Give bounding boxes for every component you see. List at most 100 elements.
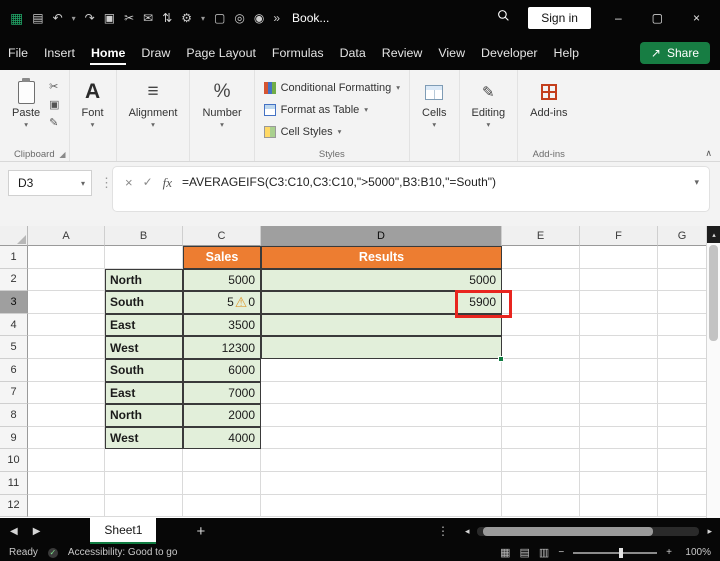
- tab-draw[interactable]: Draw: [133, 36, 178, 70]
- grid-cell[interactable]: [28, 494, 105, 518]
- grid-cell[interactable]: [261, 471, 502, 495]
- tab-review[interactable]: Review: [374, 36, 431, 70]
- grid-cell[interactable]: [261, 358, 502, 382]
- grid-cell[interactable]: [105, 246, 183, 269]
- tab-home[interactable]: Home: [83, 36, 133, 70]
- settings-icon[interactable]: ⚙: [181, 11, 192, 25]
- insert-function-icon[interactable]: fx: [163, 175, 172, 191]
- grid-cell[interactable]: [28, 449, 105, 472]
- grid-cell[interactable]: [28, 336, 105, 359]
- conditional-formatting-button[interactable]: Conditional Formatting ▾: [260, 78, 404, 97]
- column-header-f[interactable]: F: [580, 226, 658, 246]
- grid-cell[interactable]: [580, 358, 658, 382]
- cell-region[interactable]: South: [105, 358, 183, 382]
- grid-cell[interactable]: [502, 268, 580, 292]
- sign-in-button[interactable]: Sign in: [528, 7, 591, 29]
- cell-sales[interactable]: 5000: [183, 268, 261, 292]
- grid-cell[interactable]: [183, 494, 261, 518]
- cell-results-header[interactable]: Results: [261, 246, 502, 269]
- grid-cell[interactable]: [658, 358, 706, 382]
- tab-file[interactable]: File: [0, 36, 36, 70]
- grid-cell[interactable]: [658, 313, 706, 337]
- cell-sales[interactable]: 2000: [183, 404, 261, 427]
- row-header[interactable]: 2: [0, 268, 28, 292]
- grid-cell[interactable]: [502, 471, 580, 495]
- zoom-slider[interactable]: [573, 547, 658, 558]
- cell-sales[interactable]: 7000: [183, 381, 261, 405]
- column-header-e[interactable]: E: [502, 226, 580, 246]
- grid-cell[interactable]: [28, 268, 105, 292]
- font-button[interactable]: A Font ▾: [75, 76, 111, 131]
- chevron-down-icon[interactable]: ▾: [81, 179, 91, 188]
- format-as-table-button[interactable]: Format as Table ▾: [260, 100, 404, 119]
- grid-cell[interactable]: [183, 449, 261, 472]
- cell-sales[interactable]: 4000: [183, 426, 261, 450]
- sheet-menu-icon[interactable]: ⋮: [437, 524, 449, 538]
- column-header-d[interactable]: D: [261, 226, 502, 246]
- tab-view[interactable]: View: [430, 36, 473, 70]
- zoom-level[interactable]: 100%: [681, 547, 711, 558]
- grid-cell[interactable]: [502, 404, 580, 427]
- copy-button-icon[interactable]: ▣: [49, 98, 59, 111]
- tab-help[interactable]: Help: [546, 36, 587, 70]
- grid-cell[interactable]: [105, 449, 183, 472]
- format-painter-icon[interactable]: ✎: [49, 116, 59, 129]
- cancel-icon[interactable]: ×: [125, 175, 133, 190]
- collapse-ribbon-icon[interactable]: ∧: [705, 148, 712, 159]
- column-header-g[interactable]: G: [658, 226, 706, 246]
- grid-cell[interactable]: [658, 426, 706, 450]
- tab-data[interactable]: Data: [332, 36, 374, 70]
- editing-button[interactable]: ✎ Editing ▾: [465, 76, 513, 131]
- grid-cell[interactable]: [261, 404, 502, 427]
- grid-cell[interactable]: [658, 449, 706, 472]
- horizontal-scrollbar[interactable]: [477, 526, 700, 536]
- undo-chevron-icon[interactable]: ▾: [72, 14, 76, 23]
- cell-result[interactable]: 5000: [261, 268, 502, 292]
- grid-cell[interactable]: [580, 291, 658, 314]
- tab-page-layout[interactable]: Page Layout: [178, 36, 264, 70]
- row-header[interactable]: 10: [0, 449, 28, 472]
- grid-cell[interactable]: [658, 336, 706, 359]
- addins-button[interactable]: Add-ins: [523, 76, 574, 121]
- grid-cell[interactable]: [658, 494, 706, 518]
- camera-icon[interactable]: ◉: [254, 11, 264, 25]
- save-icon[interactable]: ▤: [32, 11, 43, 25]
- grid-cell[interactable]: [28, 291, 105, 314]
- share-button[interactable]: ↗ Share: [639, 42, 710, 64]
- number-button[interactable]: % Number ▾: [195, 76, 248, 131]
- row-header[interactable]: 4: [0, 313, 28, 337]
- next-sheet-icon[interactable]: ▶: [33, 526, 41, 537]
- cell-sales[interactable]: 6000: [183, 358, 261, 382]
- row-header[interactable]: 7: [0, 381, 28, 405]
- tab-developer[interactable]: Developer: [473, 36, 545, 70]
- prev-sheet-icon[interactable]: ◀: [10, 526, 18, 537]
- name-box[interactable]: D3 ▾: [8, 170, 92, 196]
- accessibility-icon[interactable]: ✓: [47, 547, 58, 558]
- row-header[interactable]: 6: [0, 358, 28, 382]
- paste-button[interactable]: Paste ▾: [5, 76, 47, 131]
- vertical-scrollbar[interactable]: ▴: [706, 226, 720, 518]
- grid-cell[interactable]: [28, 426, 105, 450]
- tab-formulas[interactable]: Formulas: [264, 36, 332, 70]
- close-button[interactable]: ×: [687, 11, 706, 25]
- grid-cell[interactable]: [658, 471, 706, 495]
- grid-cell[interactable]: [28, 404, 105, 427]
- row-header[interactable]: 3: [0, 291, 28, 314]
- column-header-b[interactable]: B: [105, 226, 183, 246]
- column-header-c[interactable]: C: [183, 226, 261, 246]
- horizontal-scrollbar-thumb[interactable]: [483, 526, 654, 536]
- grid-cell[interactable]: [261, 381, 502, 405]
- grid-cell[interactable]: [502, 291, 580, 314]
- undo-icon[interactable]: ↶: [53, 11, 63, 25]
- formula-input[interactable]: × ✓ fx =AVERAGEIFS(C3:C10,C3:C10,">5000"…: [112, 166, 710, 212]
- grid-cell[interactable]: [502, 336, 580, 359]
- cell-region[interactable]: West: [105, 426, 183, 450]
- cell-sales[interactable]: 12300: [183, 336, 261, 359]
- enter-icon[interactable]: ✓: [143, 175, 153, 189]
- toolbar-overflow-icon[interactable]: »: [273, 11, 280, 25]
- minimize-button[interactable]: –: [609, 11, 628, 25]
- cell-region[interactable]: South: [105, 291, 183, 314]
- grid-cell[interactable]: [658, 291, 706, 314]
- fill-handle[interactable]: [498, 356, 504, 362]
- grid-cell[interactable]: [28, 358, 105, 382]
